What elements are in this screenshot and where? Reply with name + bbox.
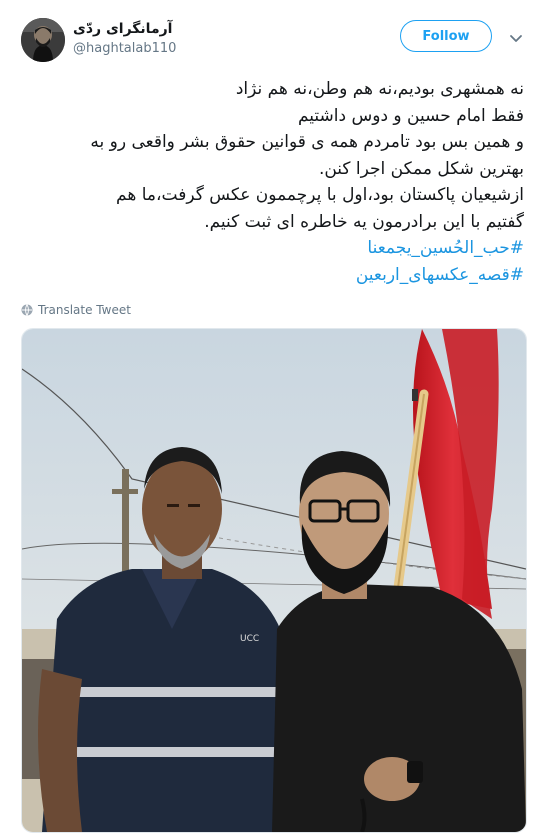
tweet-text: نه همشهری بودیم،نه هم وطن،نه هم نژاد فقط…: [19, 76, 524, 288]
tweet-line: و همین بس بود تامردم همه ی قوانین حقوق ب…: [90, 132, 524, 152]
tweet-line: ازشیعیان پاکستان بود،اول با پرچممون عکس …: [116, 185, 524, 205]
translate-tweet-link[interactable]: Translate Tweet: [21, 303, 131, 317]
tweet-line: بهترین شکل ممکن اجرا کنن.: [318, 158, 524, 179]
chevron-down-icon[interactable]: [508, 30, 524, 46]
shirt-logo: UCC: [240, 634, 259, 644]
tweet-line: نه همشهری بودیم،نه هم وطن،نه هم نژاد: [235, 79, 524, 99]
tweet-line: فقط امام حسین و دوس داشتیم: [297, 105, 524, 126]
user-handle[interactable]: @haghtalab110: [73, 41, 176, 56]
avatar-photo: [21, 18, 65, 62]
follow-button[interactable]: Follow: [400, 20, 492, 52]
hashtag-link[interactable]: #قصه_عکسهای_اربعین: [19, 262, 524, 289]
photo-illustration: UCC: [22, 329, 526, 832]
translate-label: Translate Tweet: [38, 303, 131, 317]
user-avatar[interactable]: [21, 18, 65, 62]
hashtag-link[interactable]: #حب_الحُسین_یجمعنا: [19, 235, 524, 262]
globe-icon: [21, 304, 33, 316]
tweet-photo[interactable]: UCC: [21, 328, 527, 833]
tweet-line: گفتیم با این برادرمون یه خاطره ای ثبت کن…: [204, 211, 524, 232]
tweet: آرمانگرای ردّی @haghtalab110 Follow نه ه…: [0, 0, 550, 838]
display-name[interactable]: آرمانگرای ردّی: [73, 21, 172, 37]
